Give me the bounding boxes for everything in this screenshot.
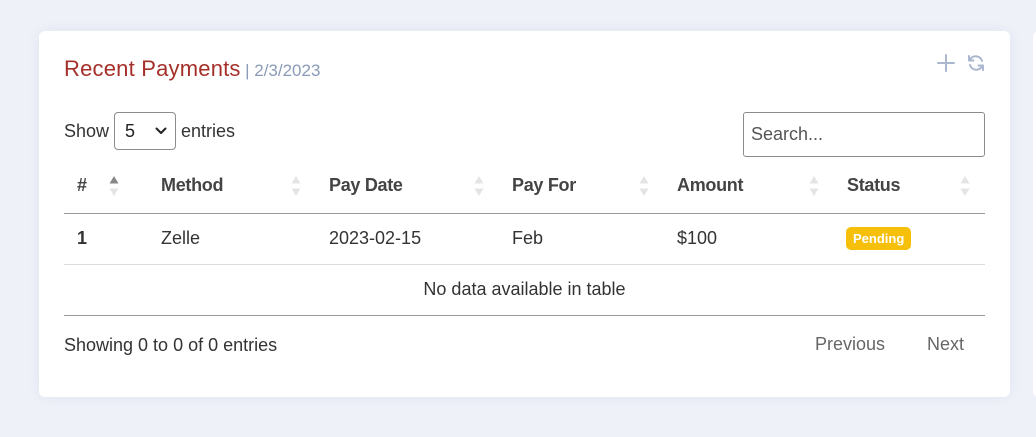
column-label: Method: [161, 175, 224, 196]
entries-per-page-select[interactable]: 5: [114, 112, 177, 150]
previous-page-button[interactable]: Previous: [794, 334, 906, 355]
cell-amount: $100: [664, 213, 834, 265]
empty-table-row: No data available in table: [64, 264, 985, 316]
card-title: Recent Payments: [64, 56, 241, 81]
cell-status: Pending: [834, 213, 985, 265]
column-header-method[interactable]: Method: [148, 159, 316, 214]
column-header-amount[interactable]: Amount: [664, 159, 834, 214]
table-header-row: # Method Pay Date Pay For Amount Status: [64, 159, 985, 214]
payments-table: # Method Pay Date Pay For Amount Status …: [64, 159, 985, 316]
recent-payments-card: Recent Payments | 2/3/2023 Show 5 entrie…: [39, 31, 1010, 397]
status-badge: Pending: [846, 227, 912, 250]
empty-table-message: No data available in table: [64, 264, 985, 316]
entries-length-control: Show 5 entries: [64, 112, 235, 150]
sort-icon: [960, 176, 970, 196]
refresh-icon[interactable]: [966, 53, 986, 73]
length-label-show: Show: [64, 120, 110, 141]
chevron-down-icon: [155, 127, 167, 134]
table-row: 1 Zelle 2023-02-15 Feb $100 Pending: [64, 213, 985, 265]
search-input[interactable]: [743, 112, 985, 157]
cell-number: 1: [64, 213, 148, 265]
sort-icon: [474, 176, 484, 196]
card-tools: [936, 53, 986, 73]
column-label: Status: [847, 175, 901, 196]
sort-icon: [639, 176, 649, 196]
column-header-pay-date[interactable]: Pay Date: [316, 159, 499, 214]
sort-icon: [809, 176, 819, 196]
column-label: #: [77, 175, 87, 196]
pagination: Previous Next: [794, 334, 985, 355]
table-info: Showing 0 to 0 of 0 entries: [64, 335, 278, 355]
length-label-entries: entries: [181, 120, 236, 141]
column-header-number[interactable]: #: [64, 159, 148, 214]
cell-pay-for: Feb: [499, 213, 664, 265]
entries-per-page-value: 5: [125, 120, 136, 141]
cell-method: Zelle: [148, 213, 316, 265]
plus-icon[interactable]: [936, 53, 956, 73]
column-header-status[interactable]: Status: [834, 159, 985, 214]
card-subtitle-date: | 2/3/2023: [245, 61, 321, 80]
sort-ascending-icon: [109, 176, 119, 196]
column-label: Pay For: [512, 175, 576, 196]
next-page-button[interactable]: Next: [906, 334, 985, 355]
column-label: Amount: [677, 175, 744, 196]
sort-icon: [291, 176, 301, 196]
column-label: Pay Date: [329, 175, 403, 196]
cell-pay-date: 2023-02-15: [316, 213, 499, 265]
column-header-pay-for[interactable]: Pay For: [499, 159, 664, 214]
card-header: Recent Payments | 2/3/2023: [64, 56, 320, 82]
